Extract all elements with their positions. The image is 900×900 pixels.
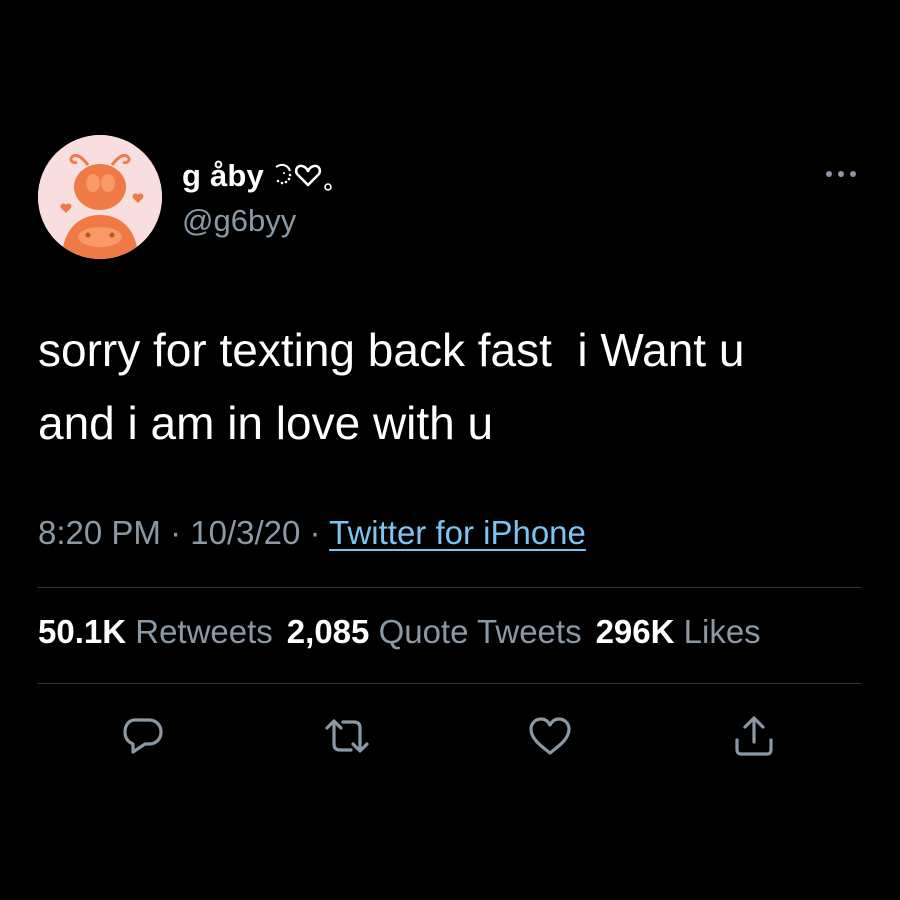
likes-label: Likes <box>683 613 761 650</box>
quote-tweets-count: 2,085 <box>286 613 370 650</box>
like-icon <box>529 717 571 755</box>
tweet-text: sorry for texting back fast i Want u and… <box>38 324 745 449</box>
share-button[interactable] <box>730 712 778 760</box>
retweets-label: Retweets <box>135 613 273 650</box>
meta-separator: · <box>309 514 321 551</box>
tweet-source-link[interactable]: Twitter for iPhone <box>329 514 586 551</box>
divider <box>38 587 862 588</box>
author-handle[interactable]: @g6byy <box>182 203 296 239</box>
divider <box>38 683 862 684</box>
retweet-button[interactable] <box>323 712 371 760</box>
tweet-time: 8:20 PM <box>38 514 161 551</box>
retweets-stat[interactable]: 50.1K Retweets <box>38 613 273 650</box>
orange-creature-avatar-icon <box>38 135 162 259</box>
likes-stat[interactable]: 296K Likes <box>596 613 761 650</box>
author-display-name[interactable]: g åby <box>182 158 334 194</box>
likes-count: 296K <box>595 613 675 650</box>
tweet-meta: 8:20 PM · 10/3/20 · Twitter for iPhone <box>38 514 586 552</box>
reply-icon <box>123 718 163 754</box>
engagement-stats: 50.1K Retweets 2,085 Quote Tweets 296K Lik… <box>38 613 775 651</box>
retweets-count: 50.1K <box>38 613 127 650</box>
tweet-date: 10/3/20 <box>190 514 301 551</box>
more-options-icon <box>826 171 856 177</box>
more-options-button[interactable] <box>818 162 864 186</box>
reply-button[interactable] <box>119 712 167 760</box>
quote-tweets-stat[interactable]: 2,085 Quote Tweets <box>287 613 582 650</box>
display-name-text: g åby <box>182 158 264 193</box>
quote-tweets-label: Quote Tweets <box>378 613 582 650</box>
tweet-card: g åby @g6byy sorry for texting back fast… <box>0 0 900 900</box>
sparkle-heart-icon <box>272 159 334 193</box>
author-avatar[interactable] <box>38 135 162 259</box>
retweet-icon <box>325 719 369 753</box>
meta-separator: · <box>170 514 182 551</box>
share-icon <box>735 716 773 756</box>
like-button[interactable] <box>526 712 574 760</box>
